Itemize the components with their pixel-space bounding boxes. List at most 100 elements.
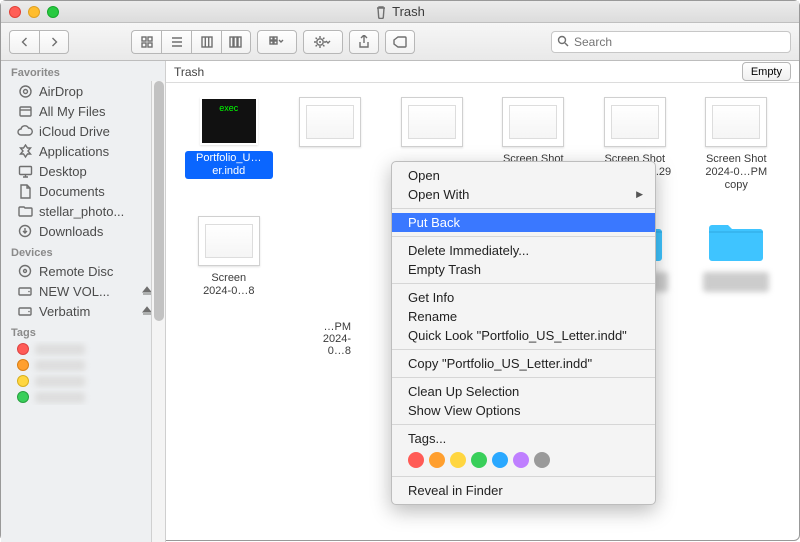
file-item[interactable]: Screen2024-0…8 — [182, 216, 276, 331]
titlebar: Trash — [1, 1, 799, 23]
desktop-icon — [17, 163, 33, 179]
tag-color[interactable] — [408, 452, 424, 468]
sidebar-tag-item[interactable] — [1, 389, 165, 405]
sidebar-item-newvol[interactable]: NEW VOL... — [1, 281, 165, 301]
downloads-icon — [17, 223, 33, 239]
tag-color[interactable] — [471, 452, 487, 468]
menu-get-info[interactable]: Get Info — [392, 288, 655, 307]
tag-color[interactable] — [492, 452, 508, 468]
drive-icon — [17, 283, 33, 299]
menu-quick-look[interactable]: Quick Look "Portfolio_US_Letter.indd" — [392, 326, 655, 345]
nav-buttons — [9, 30, 69, 54]
sidebar-item-label: NEW VOL... — [39, 284, 110, 299]
sidebar-item-airdrop[interactable]: AirDrop — [1, 81, 165, 101]
sidebar-item-applications[interactable]: Applications — [1, 141, 165, 161]
share-button[interactable] — [349, 30, 379, 54]
menu-open[interactable]: Open — [392, 166, 655, 185]
allfiles-icon — [17, 103, 33, 119]
sidebar-item-label: Applications — [39, 144, 109, 159]
sidebar-heading-devices: Devices — [1, 241, 165, 261]
file-item[interactable]: …PM2024-0…8 — [311, 321, 351, 357]
menu-clean-up[interactable]: Clean Up Selection — [392, 382, 655, 401]
cloud-icon — [17, 123, 33, 139]
menu-open-with[interactable]: Open With — [392, 185, 655, 204]
tag-color[interactable] — [534, 452, 550, 468]
folder-icon — [17, 203, 33, 219]
sidebar-heading-tags: Tags — [1, 321, 165, 341]
file-thumbnail — [502, 97, 564, 147]
search-field[interactable] — [551, 31, 791, 53]
sidebar-tag-item[interactable] — [1, 373, 165, 389]
sidebar-item-documents[interactable]: Documents — [1, 181, 165, 201]
menu-reveal-in-finder[interactable]: Reveal in Finder — [392, 481, 655, 500]
sidebar-item-label: stellar_photo... — [39, 204, 124, 219]
context-menu: Open Open With Put Back Delete Immediate… — [391, 161, 656, 505]
sidebar-item-desktop[interactable]: Desktop — [1, 161, 165, 181]
tag-color[interactable] — [513, 452, 529, 468]
view-mode-buttons — [131, 30, 251, 54]
sidebar: Favorites AirDrop All My Files iCloud Dr… — [1, 61, 166, 542]
menu-delete-immediately[interactable]: Delete Immediately... — [392, 241, 655, 260]
column-view-button[interactable] — [191, 30, 221, 54]
menu-empty-trash[interactable]: Empty Trash — [392, 260, 655, 279]
menu-tags[interactable]: Tags... — [392, 429, 655, 448]
sidebar-item-verbatim[interactable]: Verbatim — [1, 301, 165, 321]
applications-icon — [17, 143, 33, 159]
file-item[interactable] — [284, 97, 378, 212]
airdrop-icon — [17, 83, 33, 99]
file-thumbnail — [401, 97, 463, 147]
toolbar — [1, 23, 799, 61]
forward-button[interactable] — [39, 30, 69, 54]
sidebar-tag-item[interactable] — [1, 341, 165, 357]
file-thumbnail — [604, 97, 666, 147]
sidebar-tag-item[interactable] — [1, 357, 165, 373]
file-label — [692, 272, 780, 296]
main-content: Trash Empty execPortfolio_U…er.indd Scree… — [166, 61, 799, 542]
sidebar-item-remotedisc[interactable]: Remote Disc — [1, 261, 165, 281]
tag-color[interactable] — [450, 452, 466, 468]
sidebar-item-label: Documents — [39, 184, 105, 199]
file-label: Screen2024-0…8 — [185, 272, 273, 298]
sidebar-item-stellar[interactable]: stellar_photo... — [1, 201, 165, 221]
sidebar-item-downloads[interactable]: Downloads — [1, 221, 165, 241]
window-title-text: Trash — [392, 4, 425, 19]
back-button[interactable] — [9, 30, 39, 54]
file-item[interactable] — [690, 216, 784, 331]
file-label: Portfolio_U…er.indd — [185, 151, 273, 179]
action-button[interactable] — [303, 30, 343, 54]
icon-view-button[interactable] — [131, 30, 161, 54]
arrange-button[interactable] — [257, 30, 297, 54]
list-view-button[interactable] — [161, 30, 191, 54]
trash-icon — [375, 5, 387, 19]
sidebar-item-label: Verbatim — [39, 304, 90, 319]
file-item[interactable]: execPortfolio_U…er.indd — [182, 97, 276, 212]
menu-show-view-options[interactable]: Show View Options — [392, 401, 655, 420]
file-thumbnail — [299, 97, 361, 147]
gallery-view-button[interactable] — [221, 30, 251, 54]
sidebar-item-icloud[interactable]: iCloud Drive — [1, 121, 165, 141]
menu-tags-colors[interactable] — [392, 448, 655, 472]
sidebar-scrollbar[interactable] — [151, 81, 165, 542]
file-item[interactable]: Screen Shot2024-0…PM copy — [690, 97, 784, 212]
documents-icon — [17, 183, 33, 199]
empty-trash-button[interactable]: Empty — [742, 62, 791, 81]
file-thumbnail — [705, 97, 767, 147]
folder-icon — [705, 216, 767, 266]
search-input[interactable] — [551, 31, 791, 53]
drive-icon — [17, 303, 33, 319]
sidebar-item-label: AirDrop — [39, 84, 83, 99]
tags-button[interactable] — [385, 30, 415, 54]
tag-color[interactable] — [429, 452, 445, 468]
menu-copy[interactable]: Copy "Portfolio_US_Letter.indd" — [392, 354, 655, 373]
search-icon — [557, 35, 569, 47]
disc-icon — [17, 263, 33, 279]
location-label: Trash — [174, 65, 204, 79]
window-title: Trash — [1, 4, 799, 19]
sidebar-item-label: iCloud Drive — [39, 124, 110, 139]
sidebar-item-allmyfiles[interactable]: All My Files — [1, 101, 165, 121]
menu-rename[interactable]: Rename — [392, 307, 655, 326]
sidebar-heading-favorites: Favorites — [1, 61, 165, 81]
path-bar: Trash Empty — [166, 61, 799, 83]
sidebar-item-label: Remote Disc — [39, 264, 113, 279]
menu-put-back[interactable]: Put Back — [392, 213, 655, 232]
